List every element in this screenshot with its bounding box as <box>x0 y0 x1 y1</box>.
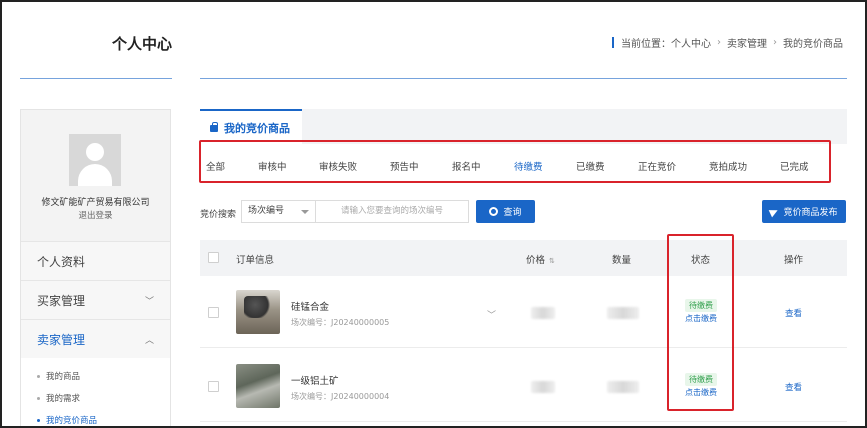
submenu-label: 我的需求 <box>46 394 81 404</box>
submenu-label: 我的商品 <box>46 372 81 382</box>
product-name[interactable]: 一级铝土矿 <box>291 373 339 387</box>
product-name[interactable]: 硅锰合金 <box>291 299 329 313</box>
bullet-icon <box>37 419 40 422</box>
column-header-quantity: 数量 <box>612 255 632 266</box>
breadcrumb-marker <box>612 37 614 48</box>
bullet-icon <box>37 375 40 378</box>
sidebar-item-profile[interactable]: 个人资料 <box>21 241 170 280</box>
publish-bidding-product-button[interactable]: 竞价商品发布 <box>762 200 846 223</box>
sort-icon: ⇅ <box>549 257 555 265</box>
profile-card: 修文矿能矿产贸易有限公司 退出登录 <box>21 110 170 241</box>
submenu-label: 我的竞价商品 <box>46 416 98 426</box>
search-input[interactable]: 请输入您要查询的场次编号 <box>315 200 469 223</box>
avatar[interactable] <box>69 134 121 186</box>
chevron-down-icon: ﹀ <box>144 296 154 307</box>
chevron-up-icon: ︿ <box>144 335 154 346</box>
company-name: 修文矿能矿产贸易有限公司 <box>41 198 150 208</box>
shopping-bag-icon <box>210 121 218 132</box>
search-type-select[interactable]: 场次编号 <box>241 200 316 223</box>
table-row: 硅锰合金 场次编号：J20240000005 ﹀ 待缴费 点击缴费 查看 <box>200 276 847 348</box>
tab-label: 我的竞价商品 <box>224 122 290 135</box>
sidebar-item-label: 个人资料 <box>37 254 86 269</box>
highlight-box-status-tabs <box>199 140 831 183</box>
select-all-checkbox[interactable] <box>208 252 219 263</box>
breadcrumb: 当前位置： 个人中心 › 卖家管理 › 我的竞价商品 <box>612 35 843 50</box>
send-icon <box>769 206 780 217</box>
breadcrumb-prefix: 当前位置： <box>621 39 671 50</box>
breadcrumb-item-seller-management[interactable]: 卖家管理 <box>727 35 767 50</box>
breadcrumb-item-current: 我的竞价商品 <box>783 39 843 50</box>
row-checkbox[interactable] <box>208 307 219 318</box>
breadcrumb-separator-icon: › <box>717 37 721 48</box>
table-row: 一级铝土矿 场次编号：J20240000004 待缴费 点击缴费 查看 <box>200 350 847 422</box>
avatar-head-icon <box>86 143 104 161</box>
search-type-value: 场次编号 <box>248 206 285 216</box>
quantity-value-blurred <box>607 307 639 319</box>
column-header-price[interactable]: 价格 ⇅ <box>526 252 555 266</box>
row-checkbox[interactable] <box>208 381 219 392</box>
product-image[interactable] <box>236 290 280 334</box>
sidebar-item-seller-management[interactable]: 卖家管理 ︿ <box>21 319 170 358</box>
breadcrumb-separator-icon: › <box>773 37 777 48</box>
table-header: 订单信息 价格 ⇅ 数量 状态 操作 <box>200 240 847 276</box>
search-label: 竞价搜索 <box>200 210 237 220</box>
logout-link[interactable]: 退出登录 <box>21 209 170 221</box>
view-link[interactable]: 查看 <box>785 381 802 393</box>
sidebar-item-label: 卖家管理 <box>37 332 86 347</box>
page-title: 个人中心 <box>112 35 173 53</box>
submenu-item-my-bidding-products[interactable]: 我的竞价商品 <box>21 410 170 426</box>
sidebar: 修文矿能矿产贸易有限公司 退出登录 个人资料 买家管理 ﹀ 卖家管理 ︿ 我的商… <box>20 109 171 426</box>
publish-button-label: 竞价商品发布 <box>783 208 838 218</box>
price-value-blurred <box>531 307 555 319</box>
bullet-icon <box>37 397 40 400</box>
caret-down-icon <box>301 210 309 214</box>
seller-submenu: 我的商品 我的需求 我的竞价商品 <box>21 358 170 426</box>
avatar-body-icon <box>78 164 112 186</box>
search-button[interactable]: 查询 <box>476 200 535 223</box>
header-divider-right <box>200 78 847 79</box>
search-icon <box>489 207 499 216</box>
breadcrumb-item-personal-center[interactable]: 个人中心 <box>671 35 711 50</box>
sidebar-item-buyer-management[interactable]: 买家管理 ﹀ <box>21 280 170 319</box>
product-image[interactable] <box>236 364 280 408</box>
session-code: 场次编号：J20240000004 <box>291 392 390 401</box>
price-value-blurred <box>531 381 555 393</box>
header-divider-left <box>20 78 172 79</box>
page-frame: 个人中心 当前位置： 个人中心 › 卖家管理 › 我的竞价商品 修文矿能矿产贸易… <box>0 0 867 428</box>
view-link[interactable]: 查看 <box>785 307 802 319</box>
column-header-price-label: 价格 <box>526 255 546 266</box>
search-button-label: 查询 <box>503 208 522 218</box>
sidebar-item-label: 买家管理 <box>37 293 86 308</box>
column-header-order: 订单信息 <box>236 255 275 266</box>
chevron-down-icon[interactable]: ﹀ <box>487 308 496 321</box>
submenu-item-my-requirements[interactable]: 我的需求 <box>21 388 170 410</box>
highlight-box-status-column <box>667 234 734 411</box>
submenu-item-my-products[interactable]: 我的商品 <box>21 366 170 388</box>
quantity-value-blurred <box>607 381 639 393</box>
column-header-action: 操作 <box>784 255 804 266</box>
session-code: 场次编号：J20240000005 <box>291 318 390 327</box>
